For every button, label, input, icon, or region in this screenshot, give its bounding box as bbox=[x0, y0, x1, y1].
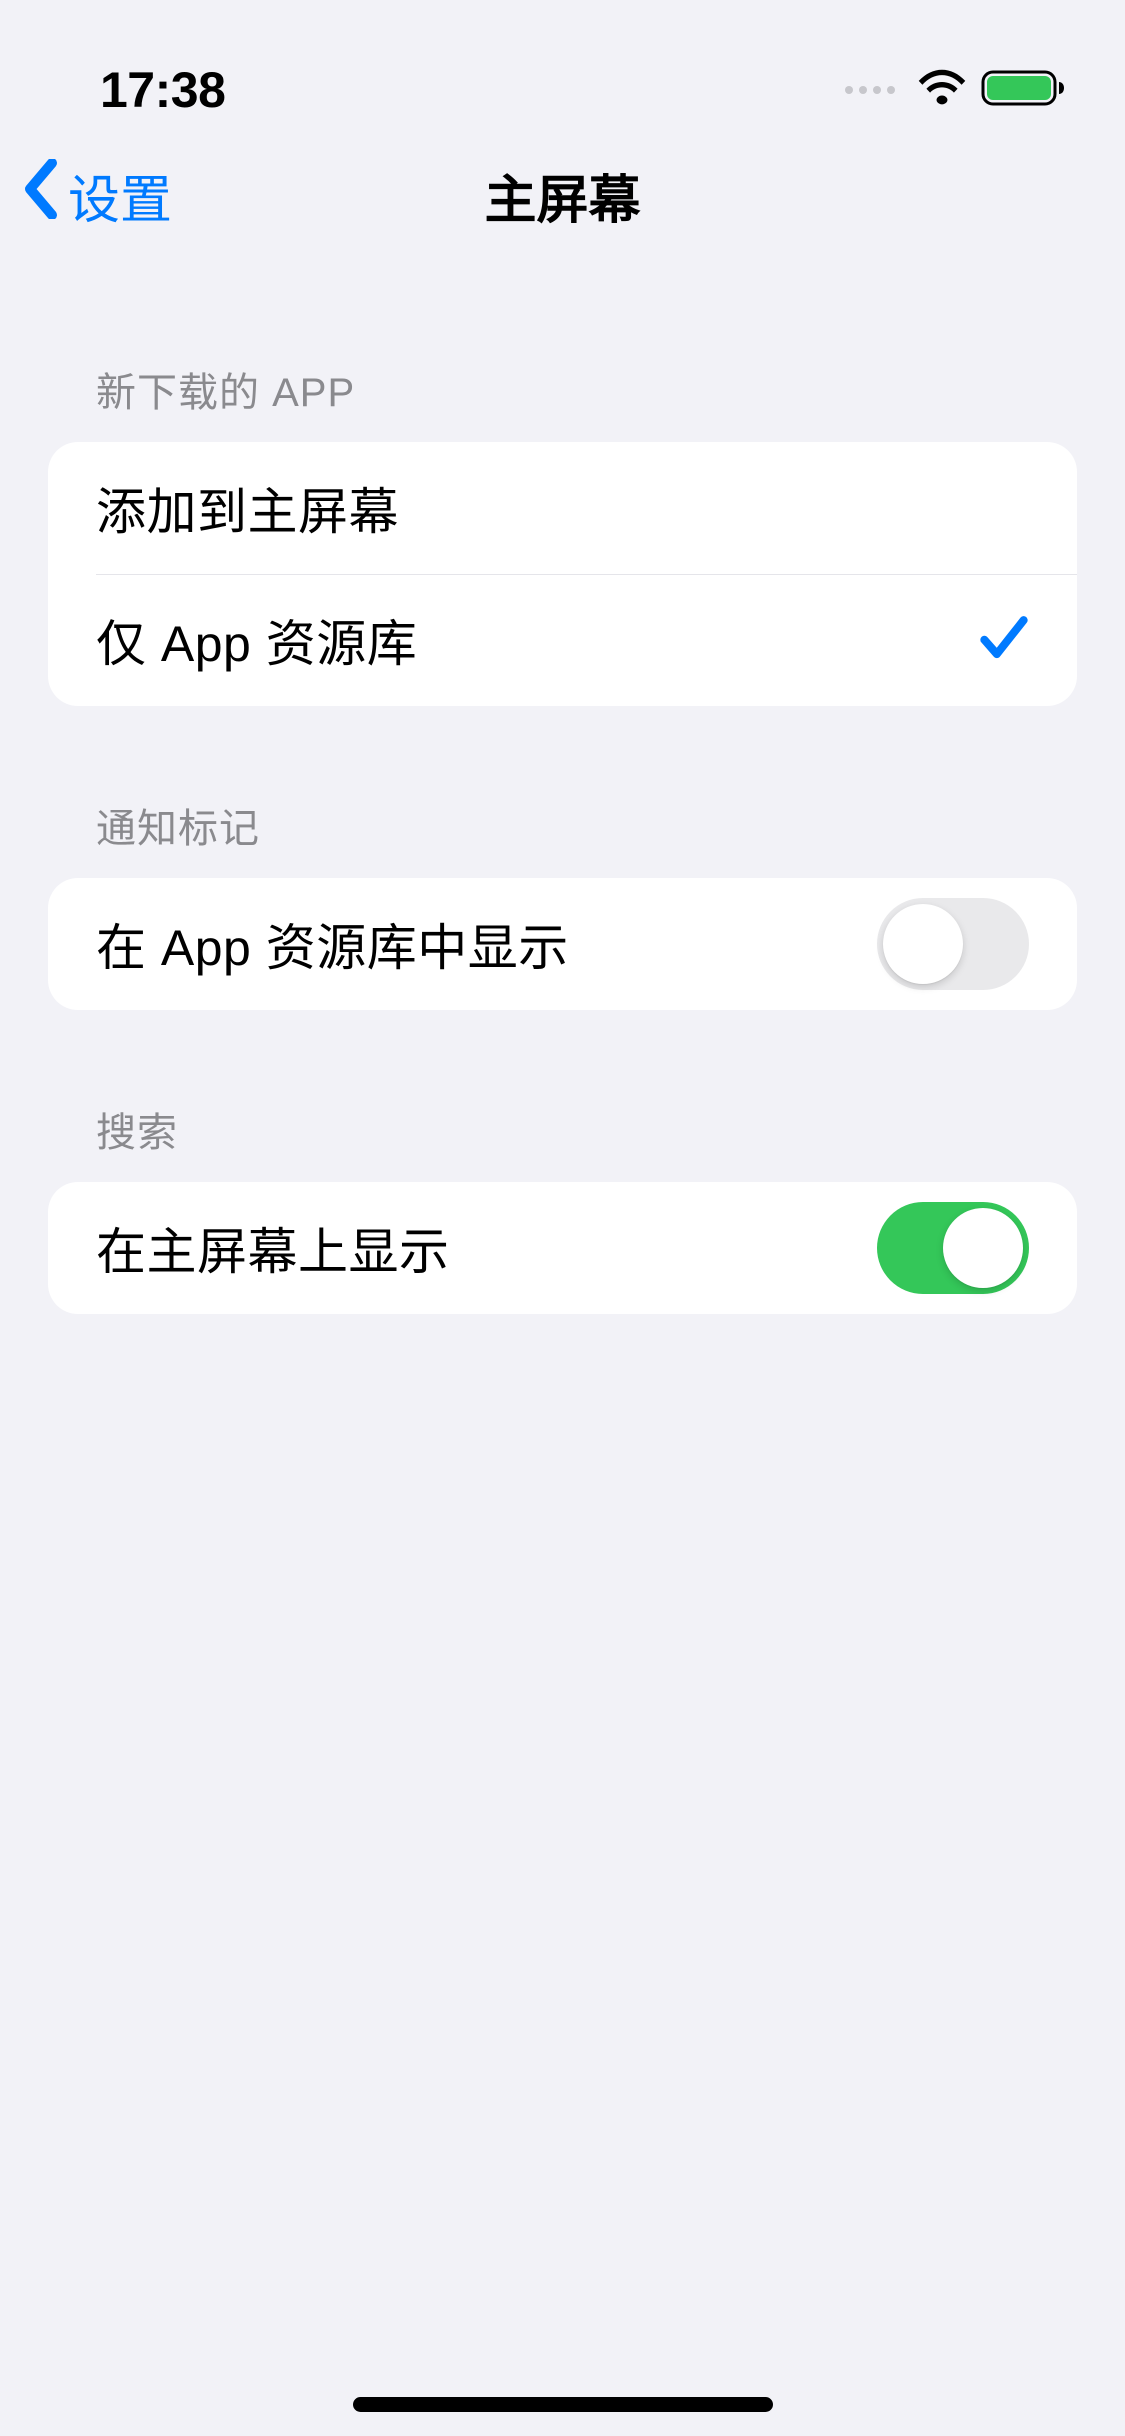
toggle-show-on-home[interactable]: 在主屏幕上显示 bbox=[48, 1182, 1077, 1314]
section-new-apps: 新下载的 APP 添加到主屏幕 仅 App 资源库 bbox=[48, 360, 1077, 706]
section-header-badges: 通知标记 bbox=[48, 796, 1077, 878]
back-button[interactable]: 设置 bbox=[20, 158, 172, 233]
status-icons bbox=[845, 68, 1065, 113]
option-app-library-only[interactable]: 仅 App 资源库 bbox=[48, 574, 1077, 706]
section-badges: 通知标记 在 App 资源库中显示 bbox=[48, 796, 1077, 1010]
group-search: 在主屏幕上显示 bbox=[48, 1182, 1077, 1314]
toggle-label: 在主屏幕上显示 bbox=[96, 1212, 450, 1284]
status-bar: 17:38 bbox=[0, 0, 1125, 130]
option-add-to-home[interactable]: 添加到主屏幕 bbox=[48, 442, 1077, 574]
toggle-show-in-library[interactable]: 在 App 资源库中显示 bbox=[48, 878, 1077, 1010]
option-label: 仅 App 资源库 bbox=[96, 604, 417, 676]
option-label: 添加到主屏幕 bbox=[96, 472, 399, 544]
content: 新下载的 APP 添加到主屏幕 仅 App 资源库 通知标记 在 App 资源库… bbox=[0, 360, 1125, 1314]
battery-icon bbox=[981, 68, 1065, 113]
section-search: 搜索 在主屏幕上显示 bbox=[48, 1100, 1077, 1314]
home-indicator bbox=[353, 2397, 773, 2412]
signal-dots-icon bbox=[845, 86, 895, 94]
group-new-apps: 添加到主屏幕 仅 App 资源库 bbox=[48, 442, 1077, 706]
back-label: 设置 bbox=[68, 158, 172, 233]
switch-knob bbox=[883, 904, 963, 984]
toggle-label: 在 App 资源库中显示 bbox=[96, 908, 569, 980]
switch-knob bbox=[943, 1208, 1023, 1288]
chevron-left-icon bbox=[20, 159, 60, 232]
section-header-search: 搜索 bbox=[48, 1100, 1077, 1182]
wifi-icon bbox=[917, 68, 967, 113]
checkmark-icon bbox=[979, 613, 1029, 668]
switch-show-in-library[interactable] bbox=[877, 898, 1029, 990]
nav-bar: 设置 主屏幕 bbox=[0, 130, 1125, 260]
status-time: 17:38 bbox=[100, 61, 225, 119]
section-header-new-apps: 新下载的 APP bbox=[48, 360, 1077, 442]
group-badges: 在 App 资源库中显示 bbox=[48, 878, 1077, 1010]
switch-show-on-home[interactable] bbox=[877, 1202, 1029, 1294]
